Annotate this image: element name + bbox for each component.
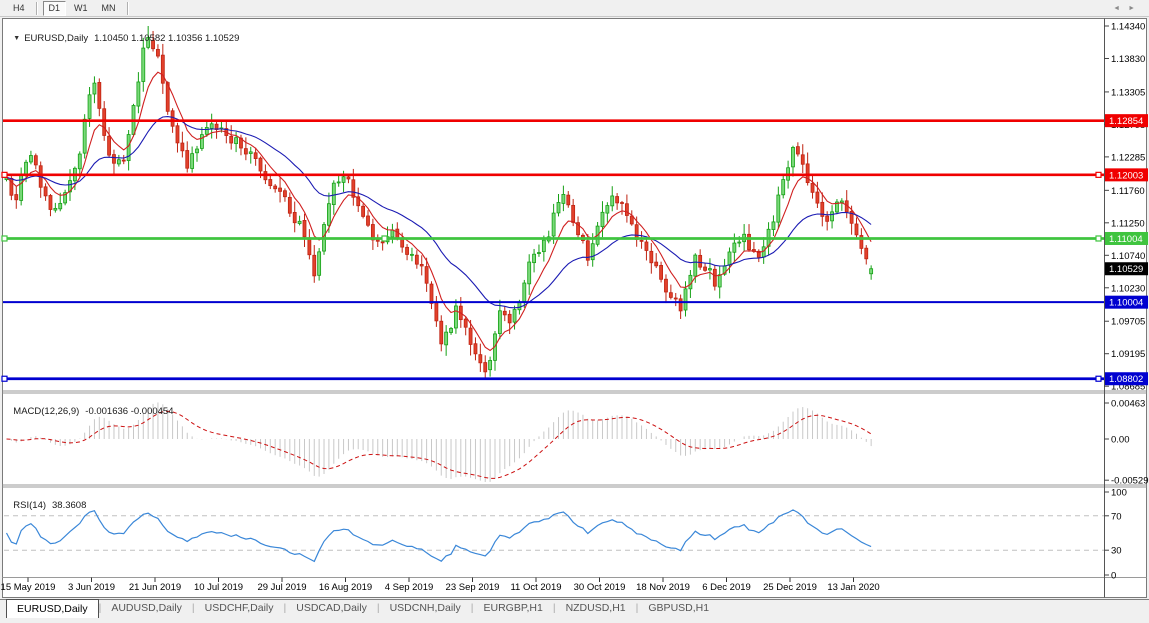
date-label: 13 Jan 2020	[827, 582, 879, 593]
date-label: 23 Sep 2019	[446, 582, 500, 593]
tab-scroll-left-icon[interactable]: ◄	[1113, 5, 1128, 12]
macd-axis-label: -0.005299	[1111, 476, 1149, 487]
date-label: 10 Jul 2019	[194, 582, 243, 593]
timeframe-button-w1[interactable]: W1	[68, 1, 94, 16]
price-axis-label: 1.11760	[1111, 186, 1145, 197]
price-badge-label: 1.10004	[1109, 298, 1143, 309]
hline-handle[interactable]	[2, 236, 7, 241]
date-label: 25 Dec 2019	[763, 582, 817, 593]
macd-values: -0.001636 -0.000454	[85, 406, 173, 417]
price-badge-label: 1.12003	[1109, 170, 1143, 181]
macd-label: MACD(12,26,9)	[13, 406, 79, 417]
date-label: 21 Jun 2019	[129, 582, 181, 593]
timeframe-button-h4[interactable]: H4	[7, 1, 31, 16]
chart-ohlc-values: 1.10450 1.10582 1.10356 1.10529	[94, 33, 239, 44]
date-label: 15 May 2019	[1, 582, 56, 593]
date-label: 18 Nov 2019	[636, 582, 690, 593]
price-axis-label: 1.10230	[1111, 283, 1145, 294]
rsi-axis-label: 0	[1111, 571, 1116, 582]
price-axis-label: 1.10740	[1111, 251, 1145, 262]
price-axis-label: 1.13830	[1111, 54, 1145, 65]
rsi-axis-label: 100	[1111, 488, 1127, 499]
hline-handle[interactable]	[2, 172, 7, 177]
date-label: 16 Aug 2019	[319, 582, 372, 593]
price-axis-label: 1.14340	[1111, 22, 1145, 33]
date-label: 4 Sep 2019	[385, 582, 434, 593]
price-axis-label: 1.13305	[1111, 87, 1145, 98]
hline-handle[interactable]	[1096, 172, 1101, 177]
rsi-label: RSI(14)	[13, 500, 46, 511]
hline-handle[interactable]	[1096, 376, 1101, 381]
toolbar-divider	[36, 2, 38, 15]
price-axis-label: 1.11250	[1111, 218, 1145, 229]
price-axis-label: 1.09705	[1111, 317, 1145, 328]
timeframe-button-d1[interactable]: D1	[43, 1, 67, 16]
macd-title: MACD(12,26,9) -0.001636 -0.000454	[8, 395, 174, 417]
price-badge-label: 1.11004	[1109, 234, 1143, 245]
chart-canvas: 1.143401.138301.133051.127951.122851.117…	[0, 0, 1149, 623]
hline-handle[interactable]	[1096, 236, 1101, 241]
chart-title: ▼ EURUSD,Daily 1.10450 1.10582 1.10356 1.1…	[8, 22, 239, 44]
tab-scroll-arrows: ◄►	[1113, 5, 1143, 12]
macd-axis-label: 0.00463	[1111, 399, 1145, 410]
price-badge-label: 1.10529	[1109, 264, 1143, 275]
timeframe-button-mn[interactable]: MN	[96, 1, 122, 16]
date-label: 6 Dec 2019	[702, 582, 751, 593]
toolbar-divider	[127, 2, 129, 15]
chart-symbol-label: EURUSD,Daily	[24, 33, 88, 44]
price-badge-label: 1.08802	[1109, 374, 1143, 385]
date-label: 11 Oct 2019	[510, 582, 561, 593]
hline-handle[interactable]	[2, 376, 7, 381]
rsi-value: 38.3608	[52, 500, 86, 511]
date-label: 3 Jun 2019	[68, 582, 115, 593]
rsi-axis-label: 30	[1111, 546, 1122, 557]
chart-dropdown-icon[interactable]: ▼	[13, 35, 20, 42]
timeframe-toolbar: H4 D1W1MN	[0, 0, 1149, 17]
price-axis-label: 1.12285	[1111, 152, 1145, 163]
macd-axis-label: 0.00	[1111, 435, 1130, 446]
price-axis-label: 1.09195	[1111, 349, 1145, 360]
chart-window-frame	[3, 19, 1147, 598]
date-label: 29 Jul 2019	[257, 582, 306, 593]
date-label: 30 Oct 2019	[574, 582, 626, 593]
rsi-title: RSI(14) 38.3608	[8, 489, 86, 511]
rsi-axis-label: 70	[1111, 511, 1122, 522]
hline-handle[interactable]	[382, 236, 387, 241]
price-badge-label: 1.12854	[1109, 116, 1143, 127]
tab-scroll-right-icon[interactable]: ►	[1128, 5, 1143, 12]
